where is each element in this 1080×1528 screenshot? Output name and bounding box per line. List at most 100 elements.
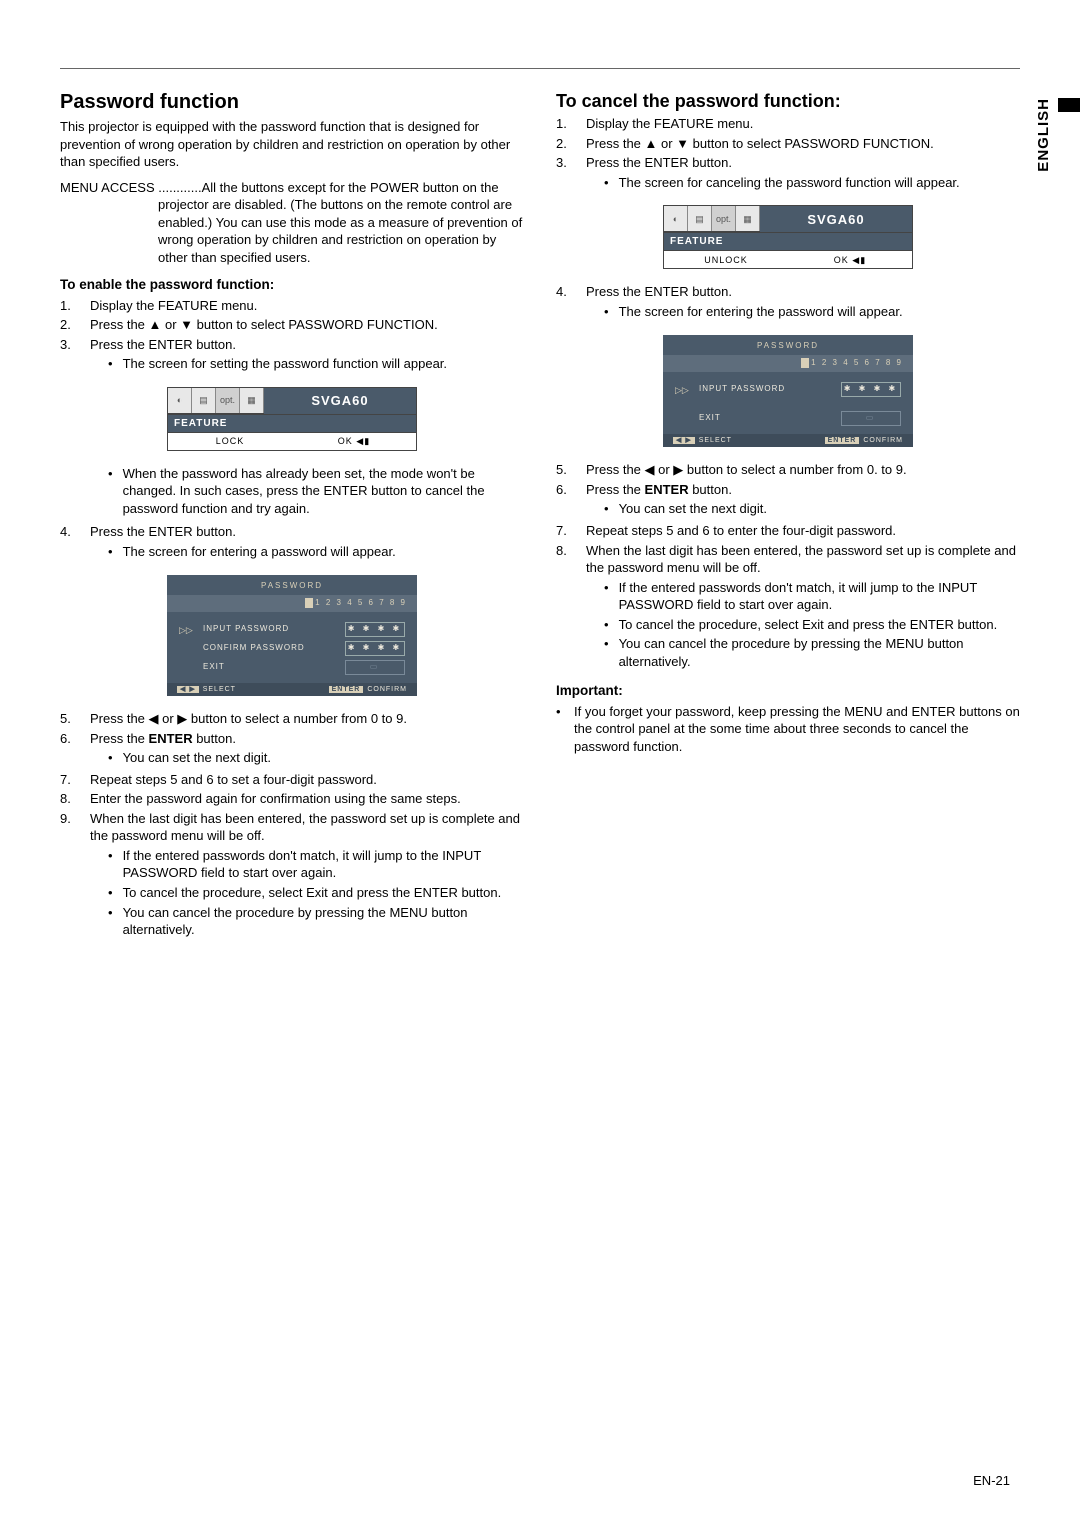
step-num: 4.	[556, 283, 586, 322]
pwd-blank: ▭	[841, 411, 901, 426]
pwd-input-label: INPUT PASSWORD	[699, 384, 833, 395]
step-text: Repeat steps 5 and 6 to set a four-digit…	[90, 771, 524, 789]
pwd-title: PASSWORD	[663, 339, 913, 356]
step-frag: Press the	[90, 731, 149, 746]
step-bold: ENTER	[645, 482, 689, 497]
pwd-digit-bar: 1 2 3 4 5 6 7 8 9	[167, 595, 417, 612]
step-frag: button.	[689, 482, 732, 497]
confirm-label: CONFIRM	[367, 686, 407, 693]
step-line: Press the ENTER button.	[586, 155, 732, 170]
arrow-icon: ▷▷	[675, 384, 691, 396]
osd-tab-opt-icon: opt.	[712, 206, 736, 231]
step-num: 1.	[60, 297, 90, 315]
step-line: When the last digit has been entered, th…	[586, 543, 1016, 576]
password-dialog-enter: PASSWORD 1 2 3 4 5 6 7 8 9 ▷▷ INPUT PASSW…	[663, 335, 913, 448]
step-line: Press the ENTER button.	[90, 524, 236, 539]
step-text: Press the ENTER button. The screen for c…	[586, 154, 1020, 193]
step-num: 2.	[556, 135, 586, 153]
step-text: Press the ENTER button. The screen for s…	[90, 336, 524, 375]
step-line: When the last digit has been entered, th…	[90, 811, 520, 844]
step-text: When the last digit has been entered, th…	[586, 542, 1020, 673]
language-tab: ENGLISH	[1035, 98, 1052, 172]
osd-tab-icon: ◐	[664, 206, 688, 231]
osd-title: SVGA60	[760, 206, 912, 232]
sub-text: You can cancel the procedure by pressing…	[619, 635, 1020, 670]
step-text: Press the ◀ or ▶ button to select a numb…	[90, 710, 524, 728]
osd-feature-unlock: ◐ ▤ opt. ▦ SVGA60 FEATURE UNLOCK OK ◀▮	[663, 205, 913, 269]
sub-text: To cancel the procedure, select Exit and…	[123, 884, 524, 902]
pwd-mask: ✱ ✱ ✱ ✱	[841, 382, 901, 397]
step-bold: ENTER	[149, 731, 193, 746]
osd-tab-opt-icon: opt.	[216, 388, 240, 413]
step-num: 8.	[556, 542, 586, 673]
step-num: 7.	[60, 771, 90, 789]
step-text: Press the ENTER button. The screen for e…	[586, 283, 1020, 322]
step-num: 7.	[556, 522, 586, 540]
step-frag: Press the	[586, 482, 645, 497]
arrow-icon: ▷▷	[179, 624, 195, 636]
password-dialog-set: PASSWORD 1 2 3 4 5 6 7 8 9 ▷▷ INPUT PASSW…	[167, 575, 417, 697]
left-column: Password function This projector is equi…	[60, 89, 524, 943]
osd-tab-icon: ▦	[240, 388, 264, 413]
sub-text: The screen for canceling the password fu…	[619, 174, 1020, 192]
osd-ok-label: OK ◀▮	[292, 435, 416, 447]
enter-tag: ENTER	[825, 437, 860, 444]
pwd-digits: 1 2 3 4 5 6 7 8 9	[315, 598, 407, 607]
sub-text: If the entered passwords don't match, it…	[123, 847, 524, 882]
sub-text: The screen for entering the password wil…	[619, 303, 1020, 321]
select-tag: ◀ ▶	[177, 686, 199, 693]
step-num: 5.	[60, 710, 90, 728]
step-num: 6.	[556, 481, 586, 520]
step-text: Press the ▲ or ▼ button to select PASSWO…	[586, 135, 1020, 153]
step-text: Enter the password again for confirmatio…	[90, 790, 524, 808]
select-label: SELECT	[203, 686, 236, 693]
osd-tab-icon: ▤	[192, 388, 216, 413]
step-text: Press the ENTER button. The screen for e…	[90, 523, 524, 562]
step-text: Repeat steps 5 and 6 to enter the four-d…	[586, 522, 1020, 540]
sub-text: To cancel the procedure, select Exit and…	[619, 616, 1020, 634]
heading-cancel: To cancel the password function:	[556, 89, 1020, 113]
pwd-blank: ▭	[345, 660, 405, 675]
step-text: Display the FEATURE menu.	[90, 297, 524, 315]
important-text: If you forget your password, keep pressi…	[574, 703, 1020, 756]
pwd-input-label: INPUT PASSWORD	[203, 624, 337, 635]
sub-text: You can set the next digit.	[123, 749, 524, 767]
menu-access-label: MENU ACCESS ............	[60, 180, 202, 195]
cursor-icon	[305, 598, 313, 608]
pwd-digits: 1 2 3 4 5 6 7 8 9	[811, 358, 903, 367]
menu-access-text: All the buttons except for the POWER but…	[158, 180, 522, 265]
step-text: Press the ENTER button. You can set the …	[90, 730, 524, 769]
osd-lock-label: LOCK	[168, 435, 292, 447]
pwd-mask: ✱ ✱ ✱ ✱	[345, 641, 405, 656]
pwd-confirm-label: CONFIRM PASSWORD	[203, 643, 337, 654]
osd-feature-row: FEATURE	[664, 232, 912, 250]
sub-text: When the password has already been set, …	[123, 465, 524, 518]
osd-tab-icon: ▤	[688, 206, 712, 231]
osd-feature-row: FEATURE	[168, 414, 416, 432]
step-num: 2.	[60, 316, 90, 334]
heading-important: Important:	[556, 682, 1020, 700]
step-num: 9.	[60, 810, 90, 941]
cursor-icon	[801, 358, 809, 368]
confirm-label: CONFIRM	[863, 437, 903, 444]
sub-text: You can cancel the procedure by pressing…	[123, 904, 524, 939]
osd-tab-icon: ▦	[736, 206, 760, 231]
sub-text: The screen for setting the password func…	[123, 355, 524, 373]
osd-unlock-label: UNLOCK	[664, 254, 788, 266]
sub-text: You can set the next digit.	[619, 500, 1020, 518]
right-column: To cancel the password function: 1.Displ…	[556, 89, 1020, 943]
side-marker	[1058, 98, 1080, 112]
step-num: 8.	[60, 790, 90, 808]
heading-password-function: Password function	[60, 89, 524, 116]
intro-text: This projector is equipped with the pass…	[60, 118, 524, 171]
pwd-title: PASSWORD	[167, 579, 417, 596]
step-num: 6.	[60, 730, 90, 769]
step-num: 3.	[556, 154, 586, 193]
pwd-mask: ✱ ✱ ✱ ✱	[345, 622, 405, 637]
osd-feature-lock: ◐ ▤ opt. ▦ SVGA60 FEATURE LOCK OK ◀▮	[167, 387, 417, 451]
osd-title: SVGA60	[264, 388, 416, 414]
step-num: 3.	[60, 336, 90, 375]
step-text: Press the ▲ or ▼ button to select PASSWO…	[90, 316, 524, 334]
step-frag: button.	[193, 731, 236, 746]
step-text: Press the ◀ or ▶ button to select a numb…	[586, 461, 1020, 479]
